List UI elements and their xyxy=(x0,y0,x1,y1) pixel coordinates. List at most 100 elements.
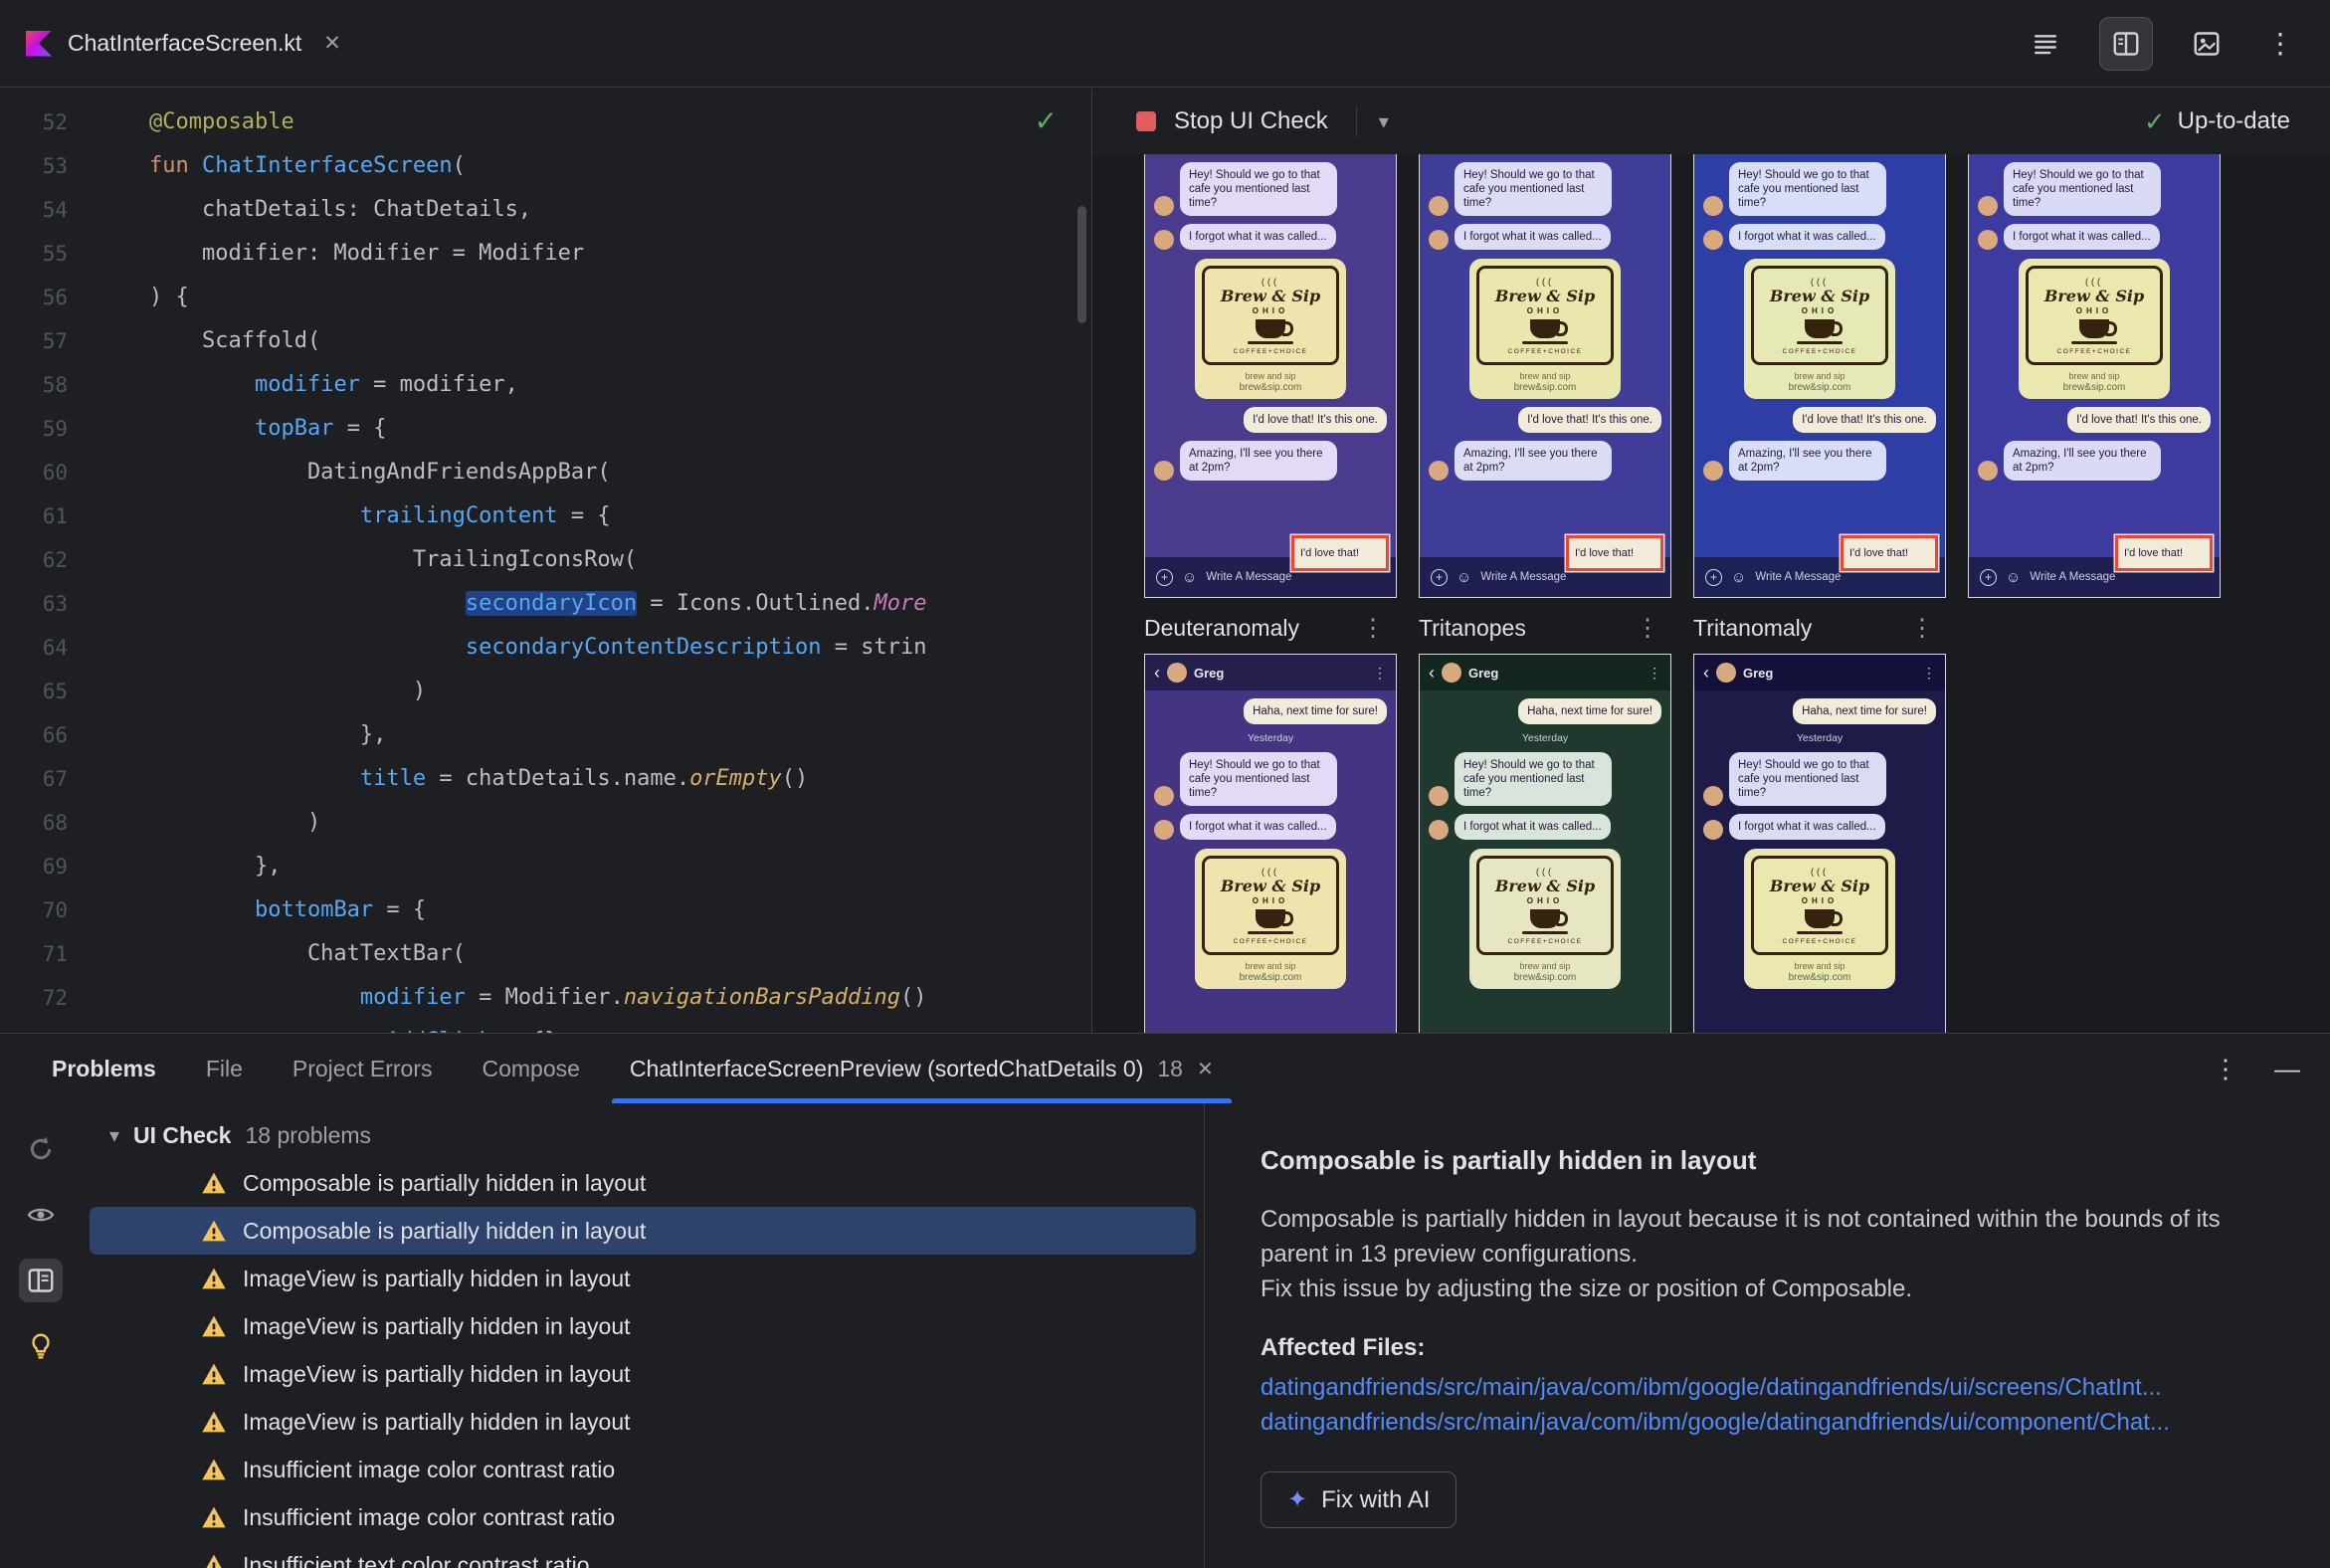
chat-header-kebab-icon[interactable]: ⋮ xyxy=(1648,665,1661,682)
editor-scrollbar[interactable] xyxy=(1077,206,1086,323)
plus-icon[interactable]: + xyxy=(1431,568,1448,586)
line-number: 61 xyxy=(42,504,68,528)
tab-close-icon[interactable]: ✕ xyxy=(1197,1057,1214,1081)
problem-item[interactable]: Composable is partially hidden in layout xyxy=(90,1207,1196,1255)
code-text[interactable]: modifier: Modifier = Modifier xyxy=(149,232,584,276)
problems-group-header[interactable]: ▾ UI Check 18 problems xyxy=(82,1111,1204,1159)
emoji-icon[interactable]: ☺ xyxy=(1731,569,1746,586)
kotlin-file-icon xyxy=(26,30,52,57)
code-text[interactable]: secondaryContentDescription = strin xyxy=(149,626,927,670)
brew-sip-card: (((Brew & Sip OHIO COFFEE+CHOICE brew and s… xyxy=(1469,259,1621,399)
preview-phone[interactable]: Hey! Should we go to that cafe you menti… xyxy=(1419,154,1671,598)
code-text[interactable]: modifier = modifier, xyxy=(149,363,518,407)
problem-item[interactable]: ImageView is partially hidden in layout xyxy=(90,1255,1196,1302)
write-message-placeholder: Write A Message xyxy=(1480,571,1567,583)
preview-phone[interactable]: Hey! Should we go to that cafe you menti… xyxy=(1968,154,2221,598)
quickfix-bulb-icon-button[interactable] xyxy=(19,1324,63,1368)
tab-close-icon[interactable]: ✕ xyxy=(323,31,341,56)
problem-item[interactable]: ImageView is partially hidden in layout xyxy=(90,1302,1196,1350)
avatar xyxy=(1978,196,1998,216)
stop-icon[interactable] xyxy=(1136,111,1156,131)
chevron-down-icon[interactable]: ▾ xyxy=(1379,109,1389,134)
problems-content: ▾ UI Check 18 problems Composable is par… xyxy=(0,1103,2330,1568)
preview-eye-icon-button[interactable] xyxy=(19,1193,63,1237)
code-text[interactable]: bottomBar = { xyxy=(149,888,426,932)
details-view-icon-button[interactable] xyxy=(19,1259,63,1302)
code-text[interactable]: onAddClick = {}, xyxy=(149,1020,571,1033)
panel-kebab-icon[interactable]: ⋮ xyxy=(2213,1054,2238,1084)
code-text[interactable]: DatingAndFriendsAppBar( xyxy=(149,451,611,494)
plus-icon[interactable]: + xyxy=(1980,568,1997,586)
problem-item[interactable]: Insufficient image color contrast ratio xyxy=(90,1446,1196,1493)
tab-compose[interactable]: Compose xyxy=(464,1034,597,1103)
stop-ui-check-button[interactable]: Stop UI Check xyxy=(1174,107,1328,135)
code-text[interactable]: ) xyxy=(149,801,320,845)
fix-with-ai-button[interactable]: ✦ Fix with AI xyxy=(1261,1471,1457,1528)
code-text[interactable]: modifier = Modifier.navigationBarsPaddin… xyxy=(149,976,927,1020)
structure-lines-icon[interactable] xyxy=(2026,24,2065,64)
affected-file-link[interactable]: datingandfriends/src/main/java/com/ibm/g… xyxy=(1261,1405,2274,1440)
coffee-cup-icon xyxy=(2079,319,2117,338)
problem-item[interactable]: Insufficient image color contrast ratio xyxy=(90,1493,1196,1541)
plus-icon[interactable]: + xyxy=(1156,568,1173,586)
tab-problems[interactable]: Problems xyxy=(34,1034,174,1103)
problem-item[interactable]: ImageView is partially hidden in layout xyxy=(90,1398,1196,1446)
preview-kebab-icon[interactable]: ⋮ xyxy=(1361,614,1385,643)
card-small-text: COFFEE+CHOICE xyxy=(1233,938,1308,945)
back-icon[interactable]: ‹ xyxy=(1154,664,1160,682)
editor-tab[interactable]: ChatInterfaceScreen.kt ✕ xyxy=(0,0,369,87)
code-editor[interactable]: 52 @Composable 53 fun ChatInterfaceScreen(5… xyxy=(0,89,1092,1033)
code-line: 56) { xyxy=(0,276,1091,319)
affected-file-link[interactable]: datingandfriends/src/main/java/com/ibm/g… xyxy=(1261,1370,2274,1405)
tab-chatinterfacescreenpreview-sortedchatdetails-0-[interactable]: ChatInterfaceScreenPreview (sortedChatDe… xyxy=(611,1034,1232,1103)
preview-canvas[interactable]: Hey! Should we go to that cafe you menti… xyxy=(1092,154,2330,1033)
plus-icon[interactable]: + xyxy=(1705,568,1722,586)
preview-phone[interactable]: ‹ Greg ⋮ Haha, next time for sure! Yesterday… xyxy=(1693,654,1946,1033)
tab-file[interactable]: File xyxy=(188,1034,261,1103)
emoji-icon[interactable]: ☺ xyxy=(1182,569,1197,586)
code-text[interactable]: ) { xyxy=(149,276,189,319)
split-editor-icon[interactable] xyxy=(2099,16,2153,71)
back-icon[interactable]: ‹ xyxy=(1429,664,1435,682)
chat-header-kebab-icon[interactable]: ⋮ xyxy=(1373,665,1387,682)
code-text[interactable]: }, xyxy=(149,845,282,888)
problem-item[interactable]: Composable is partially hidden in layout xyxy=(90,1159,1196,1207)
code-segment: @Composable xyxy=(149,109,294,134)
preview-phone[interactable]: ‹ Greg ⋮ Haha, next time for sure! Yesterday… xyxy=(1419,654,1671,1033)
code-text[interactable]: }, xyxy=(149,713,387,757)
back-icon[interactable]: ‹ xyxy=(1703,664,1709,682)
refresh-icon-button[interactable] xyxy=(19,1127,63,1171)
preview-kebab-icon[interactable]: ⋮ xyxy=(1910,614,1934,643)
chat-header-kebab-icon[interactable]: ⋮ xyxy=(1922,665,1936,682)
coffee-cup-icon xyxy=(1256,319,1293,338)
problem-item[interactable]: Insufficient text color contrast ratio xyxy=(90,1541,1196,1568)
code-text[interactable]: Scaffold( xyxy=(149,319,320,363)
code-text[interactable]: ChatTextBar( xyxy=(149,932,466,976)
emoji-icon[interactable]: ☺ xyxy=(1456,569,1471,586)
tab-project-errors[interactable]: Project Errors xyxy=(275,1034,451,1103)
code-text[interactable]: TrailingIconsRow( xyxy=(149,538,637,582)
preview-phone[interactable]: ‹ Greg ⋮ Haha, next time for sure! Yesterday… xyxy=(1144,654,1397,1033)
inspection-ok-icon[interactable]: ✓ xyxy=(1035,104,1058,137)
code-text[interactable]: topBar = { xyxy=(149,407,386,451)
card-brand: Brew & Sip xyxy=(1769,287,1870,305)
preview-phone[interactable]: Hey! Should we go to that cafe you menti… xyxy=(1144,154,1397,598)
code-text[interactable]: trailingContent = { xyxy=(149,494,611,538)
emoji-icon[interactable]: ☺ xyxy=(2006,569,2021,586)
minimize-icon[interactable]: — xyxy=(2274,1054,2300,1084)
preview-layout-icon[interactable] xyxy=(2187,24,2227,64)
code-text[interactable]: chatDetails: ChatDetails, xyxy=(149,188,531,232)
code-text[interactable]: secondaryIcon = Icons.Outlined.More xyxy=(149,582,926,626)
problem-item[interactable]: ImageView is partially hidden in layout xyxy=(90,1350,1196,1398)
code-text[interactable]: @Composable xyxy=(149,100,294,144)
steam-icon: ((( xyxy=(1262,867,1279,877)
message-row: I'd love that! It's this one. xyxy=(1420,407,1670,433)
preview-kebab-icon[interactable]: ⋮ xyxy=(1636,614,1659,643)
collapse-chevron-icon[interactable]: ▾ xyxy=(109,1123,119,1148)
preview-phone[interactable]: Hey! Should we go to that cafe you menti… xyxy=(1693,154,1946,598)
code-text[interactable]: title = chatDetails.name.orEmpty() xyxy=(149,757,808,801)
problem-text: ImageView is partially hidden in layout xyxy=(243,1265,631,1291)
code-text[interactable]: fun ChatInterfaceScreen( xyxy=(149,144,466,188)
more-kebab-icon[interactable]: ⋮ xyxy=(2260,24,2300,64)
code-text[interactable]: ) xyxy=(149,670,426,713)
